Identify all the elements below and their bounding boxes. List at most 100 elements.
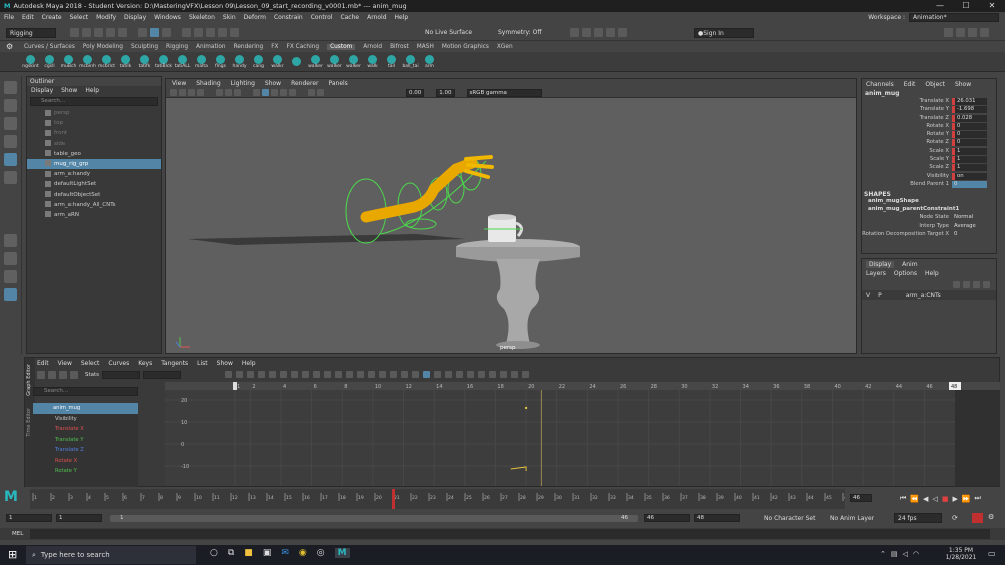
step-back-frame-icon[interactable]: ◀ [923,495,928,503]
stats-field-1[interactable] [102,371,141,379]
chrome-icon[interactable]: ◉ [299,548,307,558]
time-editor-tab[interactable]: Time Editor [26,408,32,437]
graph-tool-icon[interactable] [302,371,309,378]
live-surface-label[interactable]: No Live Surface [425,29,472,36]
play-back-icon[interactable]: ◁ [932,495,937,503]
graph-tool-icon[interactable] [489,371,496,378]
start-time-field[interactable]: 1 [6,514,52,522]
maya-taskbar-icon[interactable]: M [334,548,350,558]
exposure-field[interactable]: 0.00 [406,88,425,97]
outliner-item[interactable]: persp [27,108,161,118]
shelf-button[interactable]: cgsll [43,54,56,69]
layer-playback-toggle[interactable]: P [878,292,882,299]
undo-icon[interactable] [106,28,115,37]
viewport-menu-lighting[interactable]: Lighting [231,80,255,87]
shadows-icon[interactable] [289,89,296,96]
current-frame-field[interactable]: 46 [850,494,872,502]
menu-skin[interactable]: Skin [223,14,236,21]
single-view-icon[interactable] [4,234,17,247]
shelf-button[interactable]: handy [233,54,247,69]
graph-tool-icon[interactable] [313,371,320,378]
curve-item[interactable]: Rotate X [33,456,138,467]
auto-key-icon[interactable] [972,513,983,523]
shelf-tab-poly-modeling[interactable]: Poly Modeling [83,44,123,50]
graph-menu-edit[interactable]: Edit [37,360,49,367]
graph-menu-select[interactable]: Select [81,360,100,367]
outliner-item[interactable]: top [27,118,161,128]
outliner-item[interactable]: arm_aRN [27,210,161,220]
menu-control[interactable]: Control [311,14,333,21]
time-slider[interactable]: M 1 2 3 4 5 6 7 8 9 10 11 12 13 14 15 16 17 18 19 20 21 22 23 2… [0,487,1005,511]
film-gate-icon[interactable] [225,89,232,96]
range-start-marker[interactable] [233,382,237,390]
graph-menu-curves[interactable]: Curves [108,360,129,367]
shelf-button[interactable]: tail [385,54,398,69]
menu-file[interactable]: File [4,14,14,21]
graph-tool-icon[interactable] [423,371,430,378]
outliner-search-input[interactable]: Search... [30,97,158,106]
graph-tool-icon[interactable] [401,371,408,378]
outliner-menu-display[interactable]: Display [31,87,53,94]
channel-value-field[interactable]: 0 [952,122,987,130]
step-forward-key-icon[interactable]: ⏩ [962,495,971,503]
cortana-icon[interactable]: ○ [210,548,218,558]
shelf-tab-fx[interactable]: FX [271,44,278,50]
menu-skeleton[interactable]: Skeleton [189,14,215,21]
channel-row[interactable]: Scale Z1 [862,164,996,172]
shelf-button[interactable]: mcbrlct [98,54,115,69]
current-frame-marker[interactable] [392,489,395,509]
channel-row[interactable]: Scale X1 [862,147,996,156]
timeline-ruler[interactable]: 1 2 3 4 5 6 7 8 9 10 11 12 13 14 15 16 17 18 19 20 21 22 23 24 2… [30,489,845,509]
colorspace-dropdown[interactable]: sRGB gamma [466,88,542,97]
graph-tool-icon[interactable] [247,371,254,378]
viewport-panel[interactable]: View Shading Lighting Show Renderer Panels 0.… [165,78,857,354]
viewport-menu-shading[interactable]: Shading [196,80,220,87]
channel-value-field[interactable]: 26.031 [952,98,987,105]
graph-tool-icon[interactable] [236,371,243,378]
new-layer-icon[interactable] [973,280,980,288]
lattice-icon[interactable] [59,371,67,379]
taskbar-search[interactable]: ⌕ Type here to search [26,546,196,564]
end-time-field[interactable]: 48 [694,514,740,522]
menu-create[interactable]: Create [42,14,62,21]
fps-dropdown[interactable]: 24 fps [894,513,942,523]
task-view-icon[interactable]: ⧉ [228,548,234,558]
shelf-button[interactable]: mcbinh [79,54,96,69]
image-plane-icon[interactable] [197,89,204,96]
camera-icon[interactable] [170,89,177,96]
graph-tool-icon[interactable] [346,371,353,378]
layer-row[interactable]: V P arm_a:CNTs [862,290,996,300]
channel-menu-object[interactable]: Object [925,81,945,88]
keyframe-point[interactable] [524,406,528,410]
outliner-item[interactable]: side [27,139,161,149]
shelf-button[interactable] [290,57,303,66]
shelf-button[interactable]: walkr [271,54,284,69]
curve-item[interactable]: Rotate Y [33,466,138,477]
wifi-icon[interactable]: ◠ [913,550,919,558]
isolate-icon[interactable] [317,89,324,96]
file-explorer-icon[interactable]: ■ [244,548,253,558]
maximize-button[interactable]: ☐ [953,0,979,12]
menu-help[interactable]: Help [395,14,409,21]
menu-arnold[interactable]: Arnold [367,14,386,21]
shelf-button[interactable]: ball_tai [402,54,419,69]
symmetry-label[interactable]: Symmetry: Off [498,29,541,36]
shelf-button[interactable]: walker [308,54,323,69]
constraint-node[interactable]: anim_mug_parentConstraint1 [862,206,996,214]
windows-start-icon[interactable]: ⊞ [8,548,17,561]
tray-chevron-icon[interactable]: ⌃ [880,550,886,558]
store-icon[interactable]: ▣ [263,548,272,558]
menu-edit[interactable]: Edit [22,14,34,21]
outliner-item[interactable]: front [27,128,161,138]
graph-tool-icon[interactable] [511,371,518,378]
curve-item[interactable]: Translate Z [33,445,138,456]
loop-icon[interactable]: ⟳ [952,514,958,522]
graph-tool-icon[interactable] [368,371,375,378]
channel-row[interactable]: Translate Y -1.698 [862,106,996,114]
channel-row[interactable]: Scale Y1 [862,156,996,164]
redo-icon[interactable] [118,28,127,37]
persp-outliner-layout-icon[interactable] [4,270,17,283]
lights-icon[interactable] [280,89,287,96]
prefs-icon[interactable]: ⚙ [988,513,994,521]
snap-curve-icon[interactable] [194,28,203,37]
